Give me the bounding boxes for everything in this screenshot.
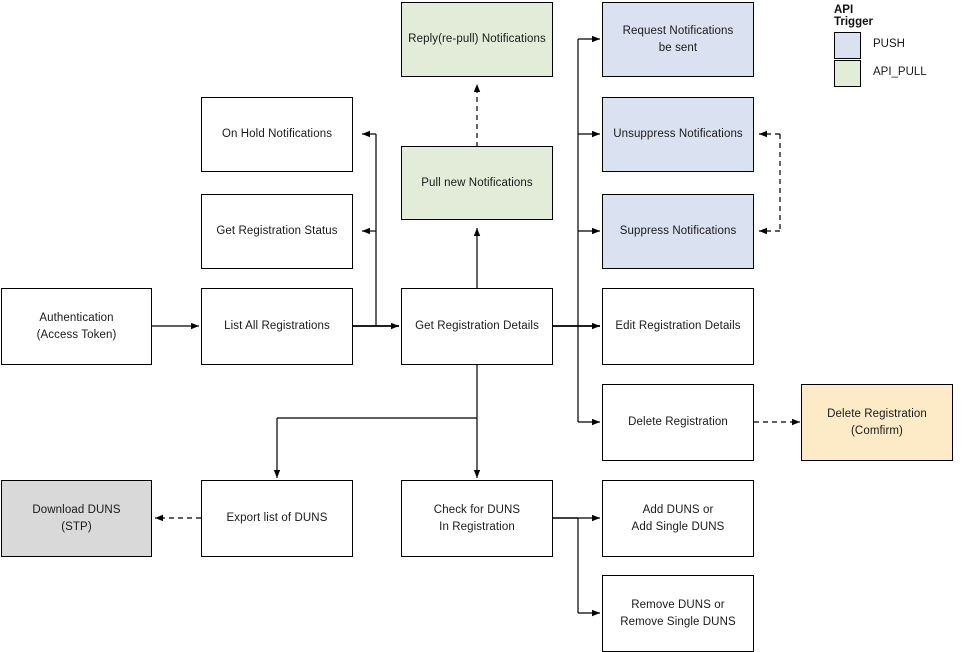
node-export-list-of-duns[interactable]: Export list of DUNS — [201, 480, 353, 557]
edge-check-to-duns-actions — [553, 514, 600, 617]
edge-suppress-unsuppress — [759, 130, 781, 235]
edge-details-down-split — [273, 364, 481, 478]
node-delete-registration-confirm[interactable]: Delete Registration (Comfirm) — [801, 384, 953, 461]
node-download-duns-stp[interactable]: Download DUNS (STP) — [1, 480, 152, 557]
legend-label-push: PUSH — [873, 38, 905, 50]
node-add-duns[interactable]: Add DUNS or Add Single DUNS — [602, 480, 754, 557]
node-check-for-duns-line1: Check for DUNS — [433, 503, 521, 516]
node-authentication-line2: (Access Token) — [36, 328, 117, 341]
node-unsuppress-notifications-line1: Unsuppress Notifications — [613, 128, 743, 141]
node-add-duns-line1: Add DUNS or — [642, 503, 714, 516]
node-get-registration-status[interactable]: Get Registration Status — [201, 194, 353, 269]
node-get-registration-details-line1: Get Registration Details — [415, 320, 539, 333]
edge-trunk-left-up — [362, 130, 377, 326]
node-remove-duns[interactable]: Remove DUNS or Remove Single DUNS — [602, 575, 754, 652]
edge-details-right-trunk — [553, 35, 600, 426]
node-request-notifications-be-sent[interactable]: Request Notifications be sent — [602, 2, 754, 77]
node-request-notifications-line1: Request Notifications — [622, 24, 734, 37]
legend-title: API Trigger — [834, 4, 873, 28]
node-add-duns-line2: Add Single DUNS — [631, 520, 725, 533]
node-suppress-notifications[interactable]: Suppress Notifications — [602, 194, 754, 269]
node-delete-registration-confirm-line2: (Comfirm) — [850, 424, 903, 437]
node-get-registration-details[interactable]: Get Registration Details — [401, 288, 553, 365]
node-edit-registration-details[interactable]: Edit Registration Details — [602, 288, 754, 365]
legend-swatch-push — [834, 32, 861, 59]
node-check-for-duns-in-registration[interactable]: Check for DUNS In Registration — [401, 480, 553, 557]
flowchart-canvas: Authentication (Access Token) List All R… — [0, 0, 965, 652]
node-download-duns-line2: (STP) — [61, 520, 92, 533]
node-authentication-line1: Authentication — [39, 311, 114, 324]
node-export-list-of-duns-line1: Export list of DUNS — [226, 512, 328, 525]
legend-label-api-pull: API_PULL — [873, 66, 927, 78]
node-list-all-registrations[interactable]: List All Registrations — [201, 288, 353, 365]
node-check-for-duns-line2: In Registration — [439, 520, 515, 533]
node-delete-registration-confirm-line1: Delete Registration — [827, 407, 927, 420]
node-delete-registration[interactable]: Delete Registration — [602, 384, 754, 461]
node-list-all-registrations-line1: List All Registrations — [224, 320, 330, 333]
node-reply-repull-notifications[interactable]: Reply(re-pull) Notifications — [401, 2, 553, 77]
node-remove-duns-line2: Remove Single DUNS — [620, 615, 736, 628]
node-suppress-notifications-line1: Suppress Notifications — [619, 225, 737, 238]
node-authentication[interactable]: Authentication (Access Token) — [1, 288, 152, 365]
node-reply-repull-notifications-line1: Reply(re-pull) Notifications — [408, 33, 546, 46]
node-pull-new-notifications-line1: Pull new Notifications — [421, 176, 533, 189]
node-on-hold-notifications[interactable]: On Hold Notifications — [201, 97, 353, 172]
node-unsuppress-notifications[interactable]: Unsuppress Notifications — [602, 97, 754, 172]
node-on-hold-notifications-line1: On Hold Notifications — [221, 128, 333, 141]
node-request-notifications-line2: be sent — [658, 41, 698, 54]
legend-swatch-api-pull — [834, 60, 861, 87]
node-download-duns-line1: Download DUNS — [32, 503, 121, 516]
node-edit-registration-details-line1: Edit Registration Details — [615, 320, 741, 333]
node-delete-registration-line1: Delete Registration — [628, 416, 728, 429]
node-remove-duns-line1: Remove DUNS or — [631, 598, 725, 611]
node-get-registration-status-line1: Get Registration Status — [216, 225, 338, 238]
node-pull-new-notifications[interactable]: Pull new Notifications — [401, 146, 553, 220]
